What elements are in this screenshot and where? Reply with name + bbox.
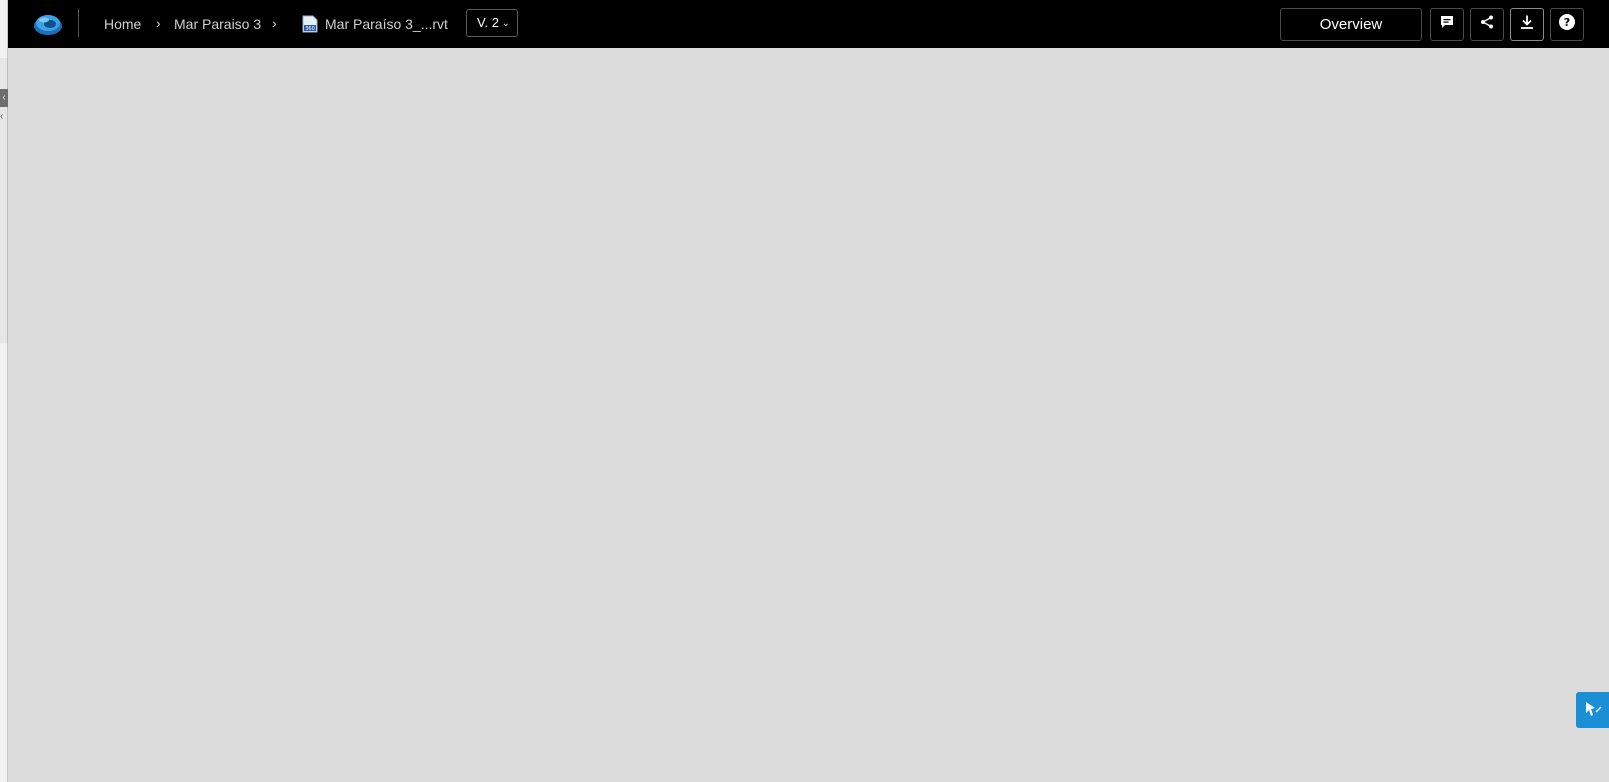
version-select[interactable]: V. 2 ⌄ <box>466 9 518 37</box>
collapse-left-icon[interactable]: ‹ <box>0 89 8 107</box>
comment-icon <box>1439 14 1455 35</box>
chevron-right-icon: › <box>156 15 161 31</box>
markup-pen-icon <box>1583 699 1603 722</box>
panel-handle-icon[interactable]: ‹ <box>0 110 8 124</box>
share-icon <box>1479 14 1495 35</box>
svg-text:?: ? <box>1564 16 1570 29</box>
rvt-file-icon: 360 <box>302 15 318 33</box>
breadcrumb-home[interactable]: Home <box>104 0 141 48</box>
chevron-down-icon: ⌄ <box>501 18 510 29</box>
left-panel-strip: ‹ ‹ <box>0 0 8 782</box>
help-icon: ? <box>1558 13 1576 36</box>
viewer-canvas[interactable] <box>9 48 1609 782</box>
share-button[interactable] <box>1470 8 1504 41</box>
breadcrumb-project[interactable]: Mar Paraiso 3 <box>174 0 261 48</box>
logo-divider <box>78 9 79 37</box>
chevron-right-icon: › <box>272 15 277 31</box>
version-label: V. 2 <box>477 15 499 30</box>
svg-text:360: 360 <box>305 26 315 32</box>
markup-tool-button[interactable] <box>1576 692 1609 728</box>
help-button[interactable]: ? <box>1550 8 1584 41</box>
breadcrumb-file[interactable]: Mar Paraíso 3_...rvt <box>325 0 448 48</box>
top-navigation-bar: Home › Mar Paraiso 3 › 360 Mar Paraíso 3… <box>8 0 1609 48</box>
download-icon <box>1519 14 1535 35</box>
overview-button[interactable]: Overview <box>1280 8 1422 41</box>
download-button[interactable] <box>1510 8 1544 41</box>
comment-button[interactable] <box>1430 8 1464 41</box>
app-logo-icon[interactable] <box>32 10 64 38</box>
